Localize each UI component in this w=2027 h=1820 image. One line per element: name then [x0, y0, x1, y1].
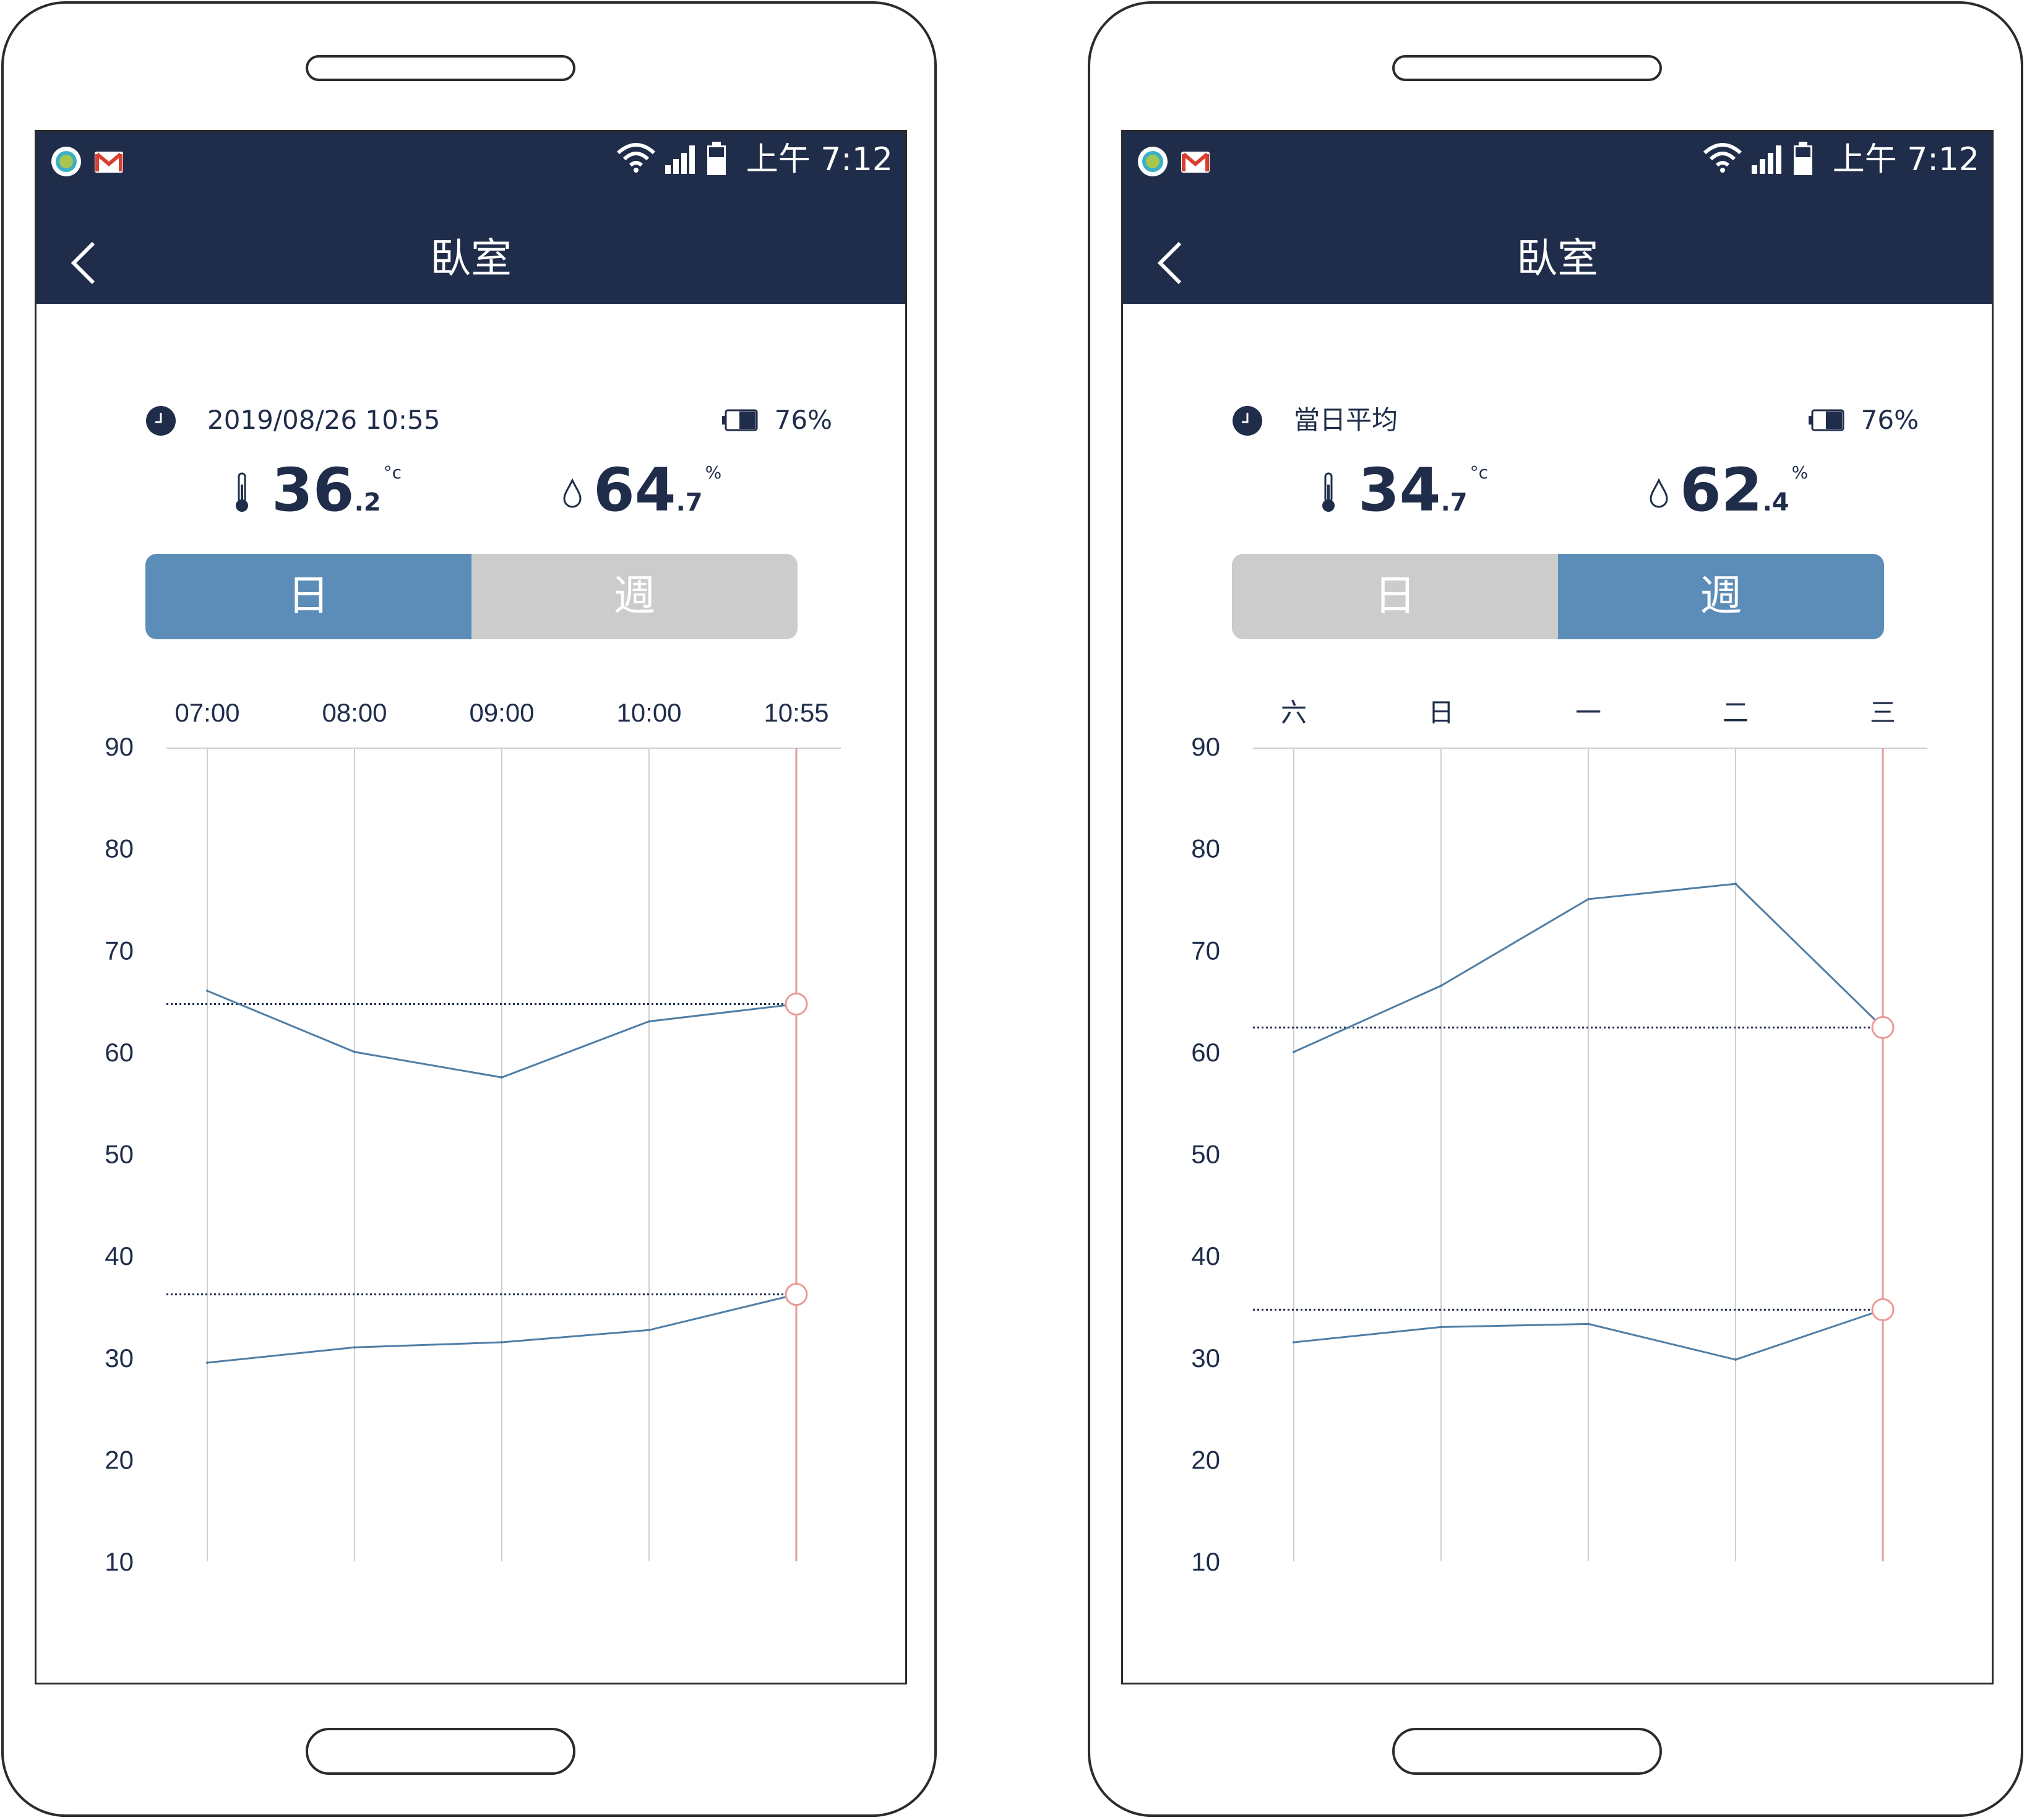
- y-tick-label: 70: [105, 936, 134, 965]
- x-tick-label: 二: [1723, 698, 1749, 727]
- data-point: [1293, 1050, 1295, 1053]
- earpiece: [1392, 55, 1662, 81]
- data-point: [501, 1341, 503, 1344]
- x-tick-label: 日: [1428, 698, 1454, 727]
- data-point: [353, 1050, 356, 1053]
- x-tick-label: 六: [1281, 698, 1307, 727]
- x-tick-label: 08:00: [322, 698, 387, 727]
- y-tick-label: 90: [105, 732, 134, 761]
- x-tick-label: 09:00: [469, 698, 534, 727]
- data-point: [648, 1329, 650, 1332]
- y-tick-label: 90: [1191, 732, 1220, 761]
- current-value-marker: [785, 993, 808, 1016]
- x-tick-label: 07:00: [174, 698, 239, 727]
- y-tick-label: 50: [1191, 1140, 1220, 1169]
- y-tick-label: 40: [105, 1241, 134, 1270]
- earpiece: [306, 55, 575, 81]
- current-value-marker: [1871, 1016, 1895, 1039]
- y-tick-label: 20: [105, 1445, 134, 1474]
- data-point: [648, 1020, 650, 1023]
- data-point: [1734, 1358, 1737, 1361]
- y-tick-label: 10: [1191, 1547, 1220, 1576]
- phone-frame: 上午 7:12 臥室 2019/08/26 10:55 76% 36.2°c 6…: [1, 1, 937, 1817]
- y-tick-label: 70: [1191, 936, 1220, 965]
- data-point: [1293, 1341, 1295, 1344]
- home-button[interactable]: [1392, 1728, 1662, 1775]
- y-tick-label: 30: [105, 1343, 134, 1373]
- chart-area: 07:00 08:00 09:00 10:00 10:55 90 80 70 60 50 40 30 2…: [105, 698, 841, 1576]
- chart-area: 六 日 一 二 三 90 80 70 60 50 40 30 20 10: [1191, 698, 1927, 1576]
- data-point: [1440, 1326, 1442, 1329]
- y-tick-label: 80: [1191, 834, 1220, 863]
- data-point: [1734, 882, 1737, 886]
- x-tick-label: 10:00: [616, 698, 681, 727]
- x-tick-label: 一: [1575, 698, 1601, 727]
- y-tick-label: 30: [1191, 1343, 1220, 1373]
- data-point: [1587, 897, 1590, 900]
- data-point: [206, 990, 209, 993]
- y-tick-label: 10: [105, 1547, 134, 1576]
- data-point: [501, 1076, 503, 1079]
- y-tick-label: 20: [1191, 1445, 1220, 1474]
- data-point: [353, 1346, 356, 1349]
- x-tick-label: 10:55: [764, 698, 828, 727]
- home-button[interactable]: [306, 1728, 575, 1775]
- y-tick-label: 40: [1191, 1241, 1220, 1270]
- x-tick-label: 三: [1870, 698, 1896, 727]
- screen: 上午 7:12 臥室 2019/08/26 10:55 76% 36.2°c 6…: [35, 130, 907, 1684]
- current-value-marker: [785, 1283, 808, 1306]
- y-tick-label: 60: [1191, 1038, 1220, 1067]
- screen: 上午 7:12 臥室 當日平均 76% 34.7°c 62.4% 日 週 六 日…: [1121, 130, 1994, 1684]
- y-tick-label: 50: [105, 1140, 134, 1169]
- current-value-marker: [1871, 1298, 1895, 1321]
- y-tick-label: 80: [105, 834, 134, 863]
- data-point: [206, 1361, 209, 1364]
- data-point: [1587, 1322, 1590, 1326]
- data-point: [1440, 984, 1442, 987]
- phone-frame: 上午 7:12 臥室 當日平均 76% 34.7°c 62.4% 日 週 六 日…: [1088, 1, 2023, 1817]
- y-tick-label: 60: [105, 1038, 134, 1067]
